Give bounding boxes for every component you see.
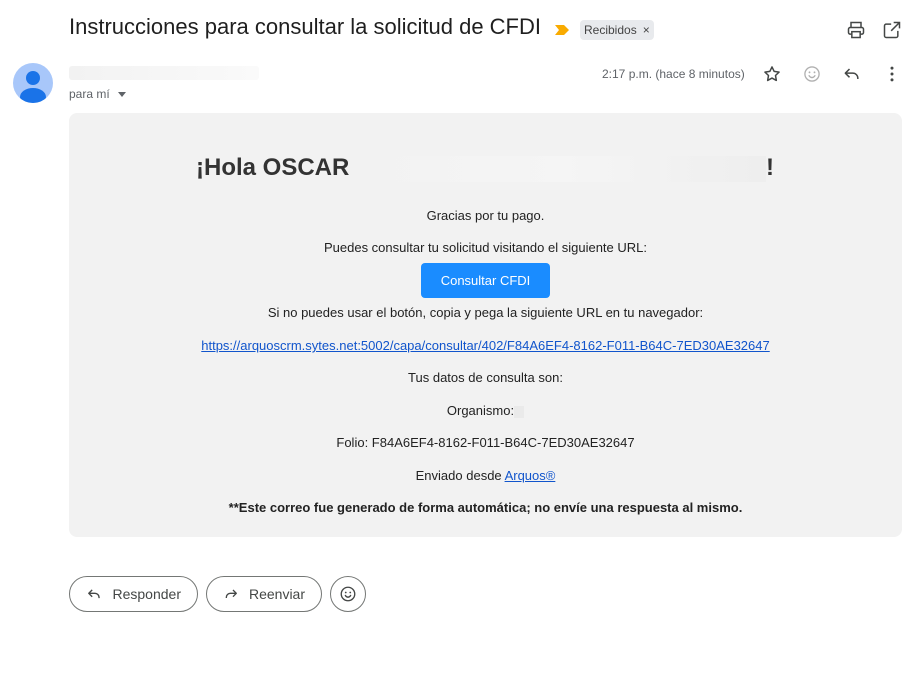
forward-button-label: Reenviar [248, 586, 305, 602]
sender-name-redacted [69, 66, 259, 80]
person-icon [20, 71, 46, 103]
emoji-icon [340, 586, 356, 602]
sent-from-line: Enviado desde Arquos® [69, 468, 902, 483]
organismo-label: Organismo: [446, 403, 515, 418]
star-icon[interactable] [762, 64, 782, 84]
consult-instructions: Puedes consultar tu solicitud visitando … [323, 240, 647, 255]
open-in-new-window-icon[interactable] [882, 20, 902, 40]
data-heading: Tus datos de consulta son: [408, 370, 563, 385]
organismo-line: Organismo: [69, 403, 902, 418]
forward-button[interactable]: Reenviar [206, 576, 322, 612]
arquos-link[interactable]: Arquos® [505, 468, 556, 483]
caret-down-icon [117, 91, 126, 97]
reply-button-label: Responder [112, 586, 182, 602]
important-marker-icon[interactable] [554, 23, 570, 37]
consultar-cfdi-button[interactable]: Consultar CFDI [421, 263, 550, 298]
organismo-value-redacted [514, 405, 525, 418]
auto-generated-notice: **Este correo fue generado de forma auto… [228, 500, 743, 515]
recipient-details-toggle[interactable]: para mí [69, 87, 126, 101]
forward-icon [225, 589, 237, 598]
fallback-instructions: Si no puedes usar el botón, copia y pega… [267, 305, 704, 320]
label-chip-text: Recibidos [584, 23, 637, 37]
emoji-reaction-button[interactable] [330, 576, 366, 612]
reply-button[interactable]: Responder [69, 576, 198, 612]
folio-line: Folio: F84A6EF4-8162-F011-B64C-7ED30AE32… [336, 435, 635, 450]
greeting-heading: ¡Hola OSCAR [196, 154, 350, 181]
print-icon[interactable] [846, 20, 866, 40]
remove-label-icon[interactable]: × [643, 23, 650, 37]
thanks-text: Gracias por tu pago. [426, 208, 545, 223]
email-subject: Instrucciones para consultar la solicitu… [69, 14, 541, 39]
label-chip-inbox[interactable]: Recibidos × [580, 20, 654, 40]
sent-from-label: Enviado desde [415, 468, 502, 483]
url-line: https://arquoscrm.sytes.net:5002/capa/co… [69, 338, 902, 353]
consult-url-link[interactable]: https://arquoscrm.sytes.net:5002/capa/co… [201, 338, 769, 353]
sender-avatar[interactable] [13, 63, 53, 103]
greeting-name-redacted [362, 156, 766, 182]
recipient-label: para mí [69, 87, 110, 101]
more-vert-icon[interactable] [882, 64, 902, 84]
greeting-exclamation: ! [766, 154, 774, 181]
emoji-icon[interactable] [802, 64, 822, 84]
reply-icon [88, 589, 100, 599]
message-time: 2:17 p.m. (hace 8 minutos) [602, 67, 745, 81]
reply-icon[interactable] [842, 64, 862, 84]
